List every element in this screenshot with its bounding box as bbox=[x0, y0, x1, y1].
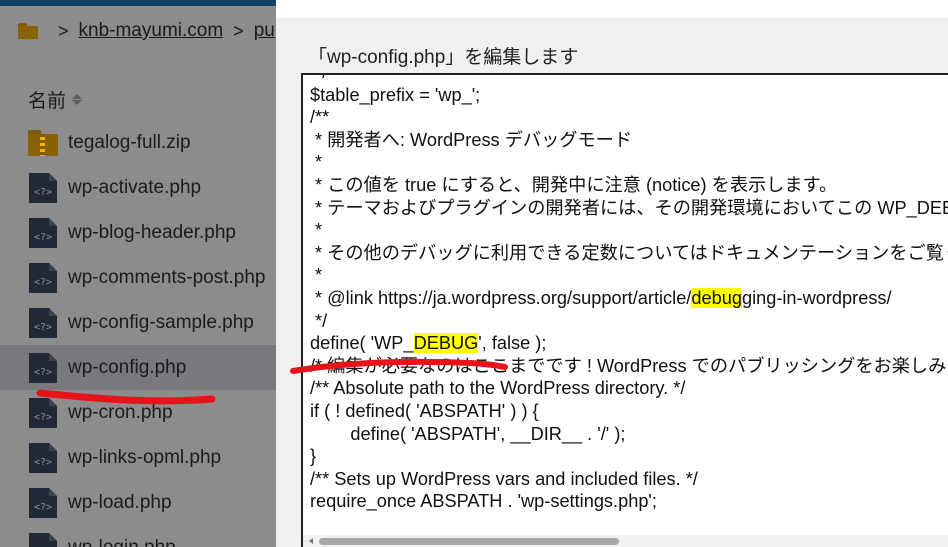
svg-text:<?>: <?> bbox=[34, 412, 52, 423]
php-file-icon: <?> bbox=[28, 307, 58, 339]
php-file-icon: <?> bbox=[28, 352, 58, 384]
svg-text:<?>: <?> bbox=[34, 232, 52, 243]
file-row[interactable]: <?> wp-blog-header.php bbox=[0, 210, 276, 255]
code-line: * bbox=[310, 152, 323, 173]
top-accent-bar bbox=[0, 0, 276, 6]
code-line: * テーマおよびプラグインの開発者には、その開発環境においてこの WP_DEBU… bbox=[315, 197, 948, 218]
folder-icon[interactable] bbox=[18, 23, 38, 39]
code-line: $table_prefix = 'wp_'; bbox=[310, 84, 481, 105]
breadcrumb-public-link[interactable]: pu bbox=[254, 20, 275, 42]
svg-text:<?>: <?> bbox=[34, 502, 52, 513]
code-line: * @link https://ja.wordpress.org/support… bbox=[310, 287, 892, 308]
file-row[interactable]: tegalog-full.zip bbox=[0, 120, 276, 165]
file-row[interactable]: <?> wp-cron.php bbox=[0, 390, 276, 435]
scrollbar-thumb[interactable] bbox=[319, 538, 619, 545]
php-file-icon: <?> bbox=[28, 442, 58, 474]
sort-icon[interactable] bbox=[72, 94, 83, 105]
php-file-icon: <?> bbox=[28, 172, 58, 204]
chevron-right-icon: > bbox=[58, 20, 69, 41]
dialog-header bbox=[276, 0, 948, 18]
code-line: * bbox=[310, 220, 323, 241]
file-name: wp-config-sample.php bbox=[68, 311, 254, 333]
scroll-left-arrow-icon[interactable] bbox=[309, 538, 313, 544]
name-column-header[interactable]: 名前 bbox=[28, 86, 83, 113]
svg-text:<?>: <?> bbox=[34, 187, 52, 198]
php-file-icon: <?> bbox=[28, 397, 58, 429]
svg-text:<?>: <?> bbox=[34, 322, 52, 333]
svg-text:<?>: <?> bbox=[34, 367, 52, 378]
file-name: wp-activate.php bbox=[68, 176, 202, 198]
horizontal-scrollbar[interactable] bbox=[303, 535, 948, 547]
file-name: tegalog-full.zip bbox=[68, 131, 191, 153]
file-manager-pane: > knb-mayumi.com > pu 名前 tegalog-full.zi… bbox=[0, 0, 276, 547]
file-name: wp-links-opml.php bbox=[68, 446, 222, 468]
file-name: wp-comments-post.php bbox=[68, 266, 266, 288]
file-row[interactable]: <?> wp-login.php bbox=[0, 525, 276, 547]
code-line: /** Sets up WordPress vars and included … bbox=[310, 468, 698, 489]
name-column-label: 名前 bbox=[28, 91, 67, 112]
php-file-icon: <?> bbox=[28, 532, 58, 547]
php-file-icon: <?> bbox=[28, 487, 58, 519]
svg-text:<?>: <?> bbox=[34, 457, 52, 468]
file-name: wp-blog-header.php bbox=[68, 221, 236, 243]
file-row[interactable]: <?> wp-comments-post.php bbox=[0, 255, 276, 300]
code-editor-textarea[interactable]: */$table_prefix = 'wp_';/** * 開発者へ: Word… bbox=[301, 73, 948, 547]
breadcrumb: > knb-mayumi.com > pu bbox=[18, 18, 275, 44]
file-name: wp-login.php bbox=[68, 536, 176, 547]
file-row[interactable]: <?> wp-load.php bbox=[0, 480, 276, 525]
code-line: /** bbox=[310, 107, 330, 128]
code-line: if ( ! defined( 'ABSPATH' ) ) { bbox=[310, 400, 539, 421]
code-line: /* 編集が必要なのはここまでです ! WordPress でのパブリッシングを… bbox=[310, 355, 948, 376]
code-line: * この値を true にすると、開発中に注意 (notice) を表示します。 bbox=[310, 174, 838, 195]
code-line: */ bbox=[310, 310, 328, 331]
file-row[interactable]: <?> wp-activate.php bbox=[0, 165, 276, 210]
code-line: * その他のデバッグに利用できる定数についてはドキュメンテーションをご覧ください… bbox=[315, 242, 948, 263]
code-line: */ bbox=[310, 75, 948, 84]
svg-text:<?>: <?> bbox=[34, 277, 52, 288]
chevron-right-icon: > bbox=[233, 20, 244, 41]
code-line: * bbox=[310, 265, 323, 286]
search-highlight: debug bbox=[691, 287, 742, 308]
file-list: tegalog-full.zip <?> wp-activate.php <?> wp-… bbox=[0, 120, 276, 547]
php-file-icon: <?> bbox=[28, 262, 58, 294]
code-line: define( 'WP_DEBUG', false ); bbox=[310, 333, 547, 354]
zip-icon bbox=[28, 129, 58, 156]
file-row[interactable]: <?> wp-links-opml.php bbox=[0, 435, 276, 480]
file-row[interactable]: <?> wp-config.php bbox=[0, 345, 276, 390]
code-line: /** Absolute path to the WordPress direc… bbox=[310, 378, 686, 399]
edit-file-dialog: 「wp-config.php」を編集します */$table_prefix = … bbox=[276, 0, 948, 547]
breadcrumb-domain-link[interactable]: knb-mayumi.com bbox=[79, 20, 224, 42]
code-line: } bbox=[310, 446, 317, 467]
file-row[interactable]: <?> wp-config-sample.php bbox=[0, 300, 276, 345]
file-name: wp-cron.php bbox=[68, 401, 173, 423]
code-line: * 開発者へ: WordPress デバッグモード bbox=[310, 129, 633, 150]
code-content[interactable]: */$table_prefix = 'wp_';/** * 開発者へ: Word… bbox=[310, 75, 948, 513]
file-name: wp-load.php bbox=[68, 491, 172, 513]
code-line: define( 'ABSPATH', __DIR__ . '/' ); bbox=[310, 423, 626, 444]
php-file-icon: <?> bbox=[28, 217, 58, 249]
search-highlight: DEBUG bbox=[413, 333, 479, 354]
dialog-title: 「wp-config.php」を編集します bbox=[308, 47, 579, 68]
file-name: wp-config.php bbox=[68, 356, 187, 378]
code-line: require_once ABSPATH . 'wp-settings.php'… bbox=[310, 491, 657, 512]
